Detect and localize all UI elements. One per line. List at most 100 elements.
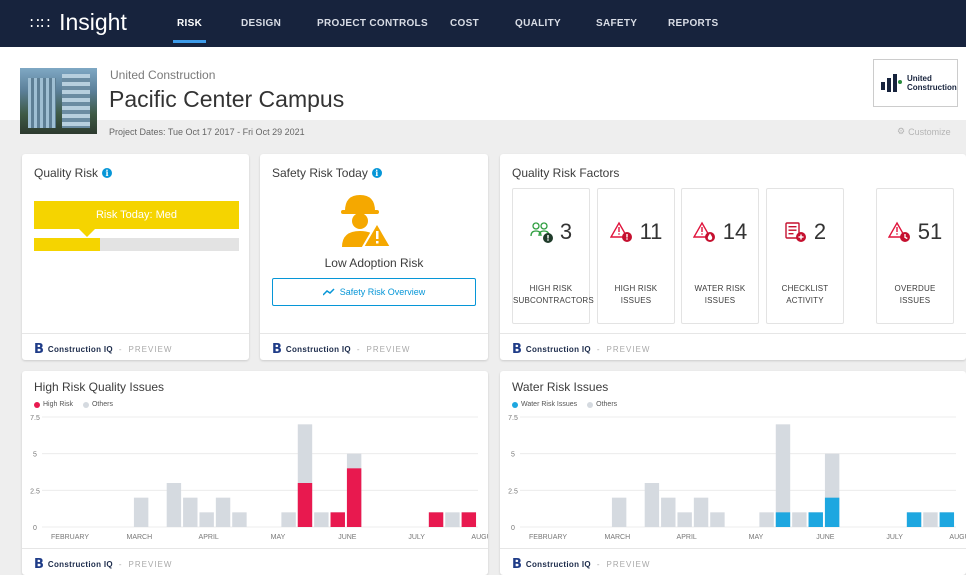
tab-risk[interactable]: RISK xyxy=(173,18,207,43)
bar-primary[interactable] xyxy=(824,497,840,527)
legend-swatch-icon xyxy=(512,401,518,408)
legend-label: Water Risk Issues xyxy=(521,401,578,408)
bar-primary[interactable] xyxy=(906,512,922,527)
bar-others[interactable] xyxy=(183,497,198,527)
chart-title: High Risk Quality Issues xyxy=(34,380,165,394)
footer-preview: PREVIEW xyxy=(606,345,651,354)
factor-value: 11 xyxy=(639,219,663,244)
bar-primary[interactable] xyxy=(939,512,955,527)
bar-others[interactable] xyxy=(166,483,182,527)
y-tick-label: 2.5 xyxy=(508,488,518,495)
card-footer: B Construction IQ - PREVIEW xyxy=(22,333,249,360)
bar-others[interactable] xyxy=(611,497,627,527)
chart-title: Water Risk Issues xyxy=(512,380,609,394)
factor-overdue-issues[interactable]: 51 OVERDUE ISSUES xyxy=(876,188,954,324)
bar-others[interactable] xyxy=(710,512,725,527)
bar-primary[interactable] xyxy=(808,512,823,527)
factor-water-risk-issues[interactable]: 14 WATER RISK ISSUES xyxy=(681,188,759,324)
factor-checklist-activity[interactable]: 2 CHECKLIST ACTIVITY xyxy=(766,188,844,324)
bar-primary[interactable] xyxy=(461,512,477,527)
bar-others[interactable] xyxy=(133,497,149,527)
legend-item[interactable]: Others xyxy=(587,401,617,408)
warning-issue-icon xyxy=(609,221,632,242)
safety-risk-card: Safety Risk Today i Low Adoption Risk Sa… xyxy=(260,154,488,360)
bar-others[interactable] xyxy=(281,512,296,527)
factor-label: ISSUES xyxy=(704,296,736,305)
y-tick-label: 0 xyxy=(33,525,37,532)
tab-label: REPORTS xyxy=(668,18,719,29)
tab-design[interactable]: DESIGN xyxy=(241,18,281,29)
bar-primary[interactable] xyxy=(297,483,313,527)
risk-level-track xyxy=(34,238,239,251)
card-footer: B Construction IQ - PREVIEW xyxy=(500,333,966,360)
footer-separator: - xyxy=(356,345,361,354)
legend-item[interactable]: Water Risk Issues xyxy=(512,401,577,408)
app-name: Insight xyxy=(59,9,127,35)
tab-quality[interactable]: QUALITY xyxy=(515,18,561,29)
tab-label: QUALITY xyxy=(515,18,561,29)
bar-others[interactable] xyxy=(199,512,214,527)
bar-others[interactable] xyxy=(677,512,692,527)
bar-others[interactable] xyxy=(775,424,791,527)
bar-primary[interactable] xyxy=(775,512,791,527)
y-tick-label: 2.5 xyxy=(30,488,40,495)
bar-others[interactable] xyxy=(644,483,660,527)
bar-others[interactable] xyxy=(215,497,231,527)
factor-label: WATER RISK xyxy=(694,284,746,293)
card-title: Quality Risk xyxy=(34,166,99,180)
safety-status: Low Adoption Risk xyxy=(324,256,424,270)
safety-risk-overview-button[interactable]: Safety Risk Overview xyxy=(272,278,476,306)
bar-others[interactable] xyxy=(661,497,676,527)
x-tick-label: JUNE xyxy=(816,534,835,541)
y-tick-label: 7.5 xyxy=(30,415,40,422)
footer-brand: Construction IQ xyxy=(47,560,113,569)
x-tick-label: FEBRUARY xyxy=(529,534,567,541)
factor-value: 51 xyxy=(917,219,943,244)
bar-others[interactable] xyxy=(923,512,938,527)
tab-label: DESIGN xyxy=(241,18,282,29)
footer-separator: - xyxy=(596,560,601,569)
legend-item[interactable]: High Risk xyxy=(34,401,73,408)
app-brand[interactable]: ∷∷ Insight xyxy=(30,9,127,36)
construction-iq-logo-icon: B xyxy=(34,557,44,572)
bar-others[interactable] xyxy=(232,512,247,527)
bar-others[interactable] xyxy=(759,512,774,527)
legend-item[interactable]: Others xyxy=(82,401,113,408)
x-tick-label: MAY xyxy=(749,534,764,541)
bar-others[interactable] xyxy=(445,512,460,527)
footer-preview: PREVIEW xyxy=(606,560,651,569)
tab-project-controls[interactable]: PROJECT CONTROLS xyxy=(317,18,428,29)
tab-cost[interactable]: COST xyxy=(450,18,479,29)
factor-high-risk-subcontractors[interactable]: 3 HIGH RISK SUBCONTRACTORS xyxy=(512,188,594,324)
x-tick-label: MARCH xyxy=(604,534,630,541)
quality-risk-card: Quality Risk i Risk Today: Med B Constru… xyxy=(22,154,249,360)
factor-label: OVERDUE xyxy=(894,284,936,293)
grid-icon[interactable]: ∷∷ xyxy=(30,14,51,32)
factor-label: ISSUES xyxy=(899,296,931,305)
tab-reports[interactable]: REPORTS xyxy=(668,18,718,29)
bar-primary[interactable] xyxy=(330,512,345,527)
card-footer: B Construction IQ - PREVIEW xyxy=(260,333,488,360)
tab-label: COST xyxy=(450,18,479,29)
factor-value: 3 xyxy=(559,219,573,244)
factor-label: CHECKLIST xyxy=(781,284,829,293)
info-icon[interactable]: i xyxy=(102,168,113,178)
y-tick-label: 5 xyxy=(511,452,515,459)
bar-primary[interactable] xyxy=(346,468,362,527)
card-title: Quality Risk Factors xyxy=(512,166,620,180)
info-icon[interactable]: i xyxy=(371,168,382,178)
x-tick-label: APRIL xyxy=(677,534,697,541)
legend-label: Others xyxy=(596,401,618,408)
bar-others[interactable] xyxy=(693,497,709,527)
bar-others[interactable] xyxy=(314,512,329,527)
customize-button[interactable]: ⚙ Customize xyxy=(897,126,951,137)
factor-label: HIGH RISK xyxy=(529,284,573,293)
bar-others[interactable] xyxy=(792,512,807,527)
project-title: Pacific Center Campus xyxy=(109,86,345,112)
tab-label: SAFETY xyxy=(596,18,638,29)
construction-iq-logo-icon: B xyxy=(34,342,44,357)
factor-high-risk-issues[interactable]: 11 HIGH RISK ISSUES xyxy=(597,188,675,324)
top-nav: ∷∷ Insight RISK DESIGN PROJECT CONTROLS … xyxy=(0,0,966,47)
bar-primary[interactable] xyxy=(428,512,444,527)
tab-safety[interactable]: SAFETY xyxy=(596,18,637,29)
